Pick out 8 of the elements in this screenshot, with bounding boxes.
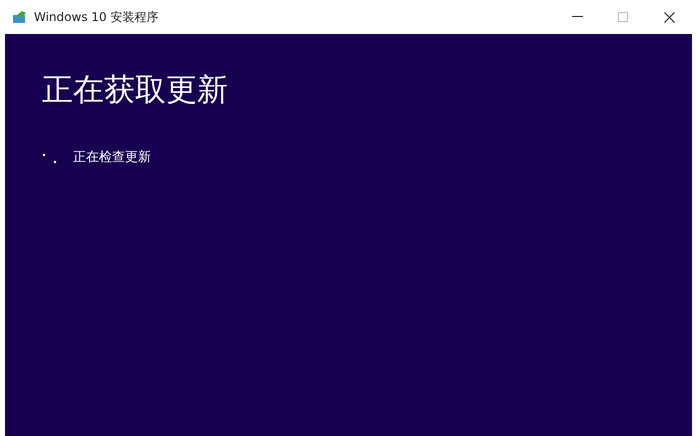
page-heading: 正在获取更新 — [42, 71, 229, 110]
minimize-icon — [572, 16, 582, 18]
close-icon — [664, 12, 674, 22]
window-title: Windows 10 安装程序 — [34, 9, 158, 26]
app-icon — [12, 10, 28, 24]
spinner-icon — [42, 152, 58, 164]
maximize-icon — [618, 12, 628, 22]
status-text: 正在检查更新 — [73, 149, 151, 167]
